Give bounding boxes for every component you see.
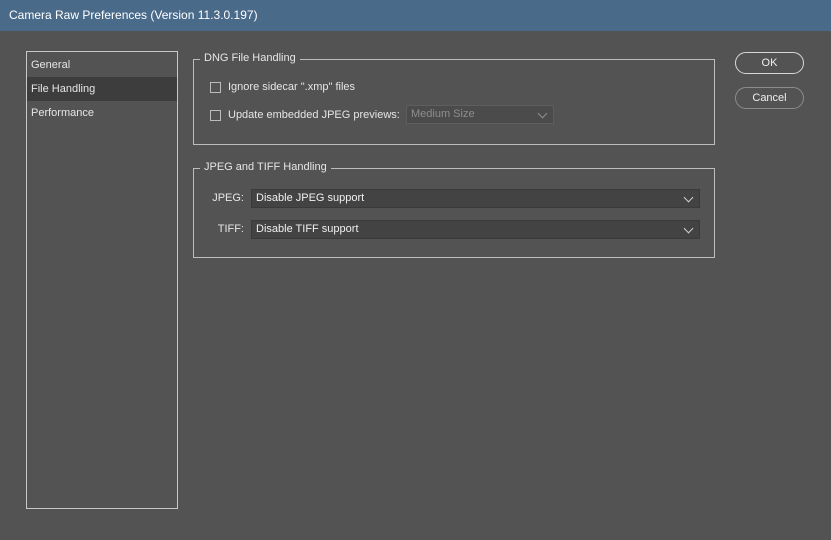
tiff-handling-select[interactable]: Disable TIFF support [251, 220, 700, 239]
jpeg-tiff-group-legend: JPEG and TIFF Handling [200, 160, 331, 174]
sidebar-item-general[interactable]: General [27, 53, 177, 77]
chevron-down-icon [683, 223, 694, 234]
preview-size-value: Medium Size [411, 108, 475, 120]
cancel-button[interactable]: Cancel [735, 87, 804, 109]
update-previews-row[interactable]: Update embedded JPEG previews: [210, 108, 400, 122]
sidebar-item-file-handling[interactable]: File Handling [27, 77, 177, 101]
ignore-sidecar-row[interactable]: Ignore sidecar ".xmp" files [210, 80, 355, 94]
jpeg-tiff-handling-group: JPEG and TIFF Handling JPEG: Disable JPE… [193, 160, 715, 258]
window-title: Camera Raw Preferences (Version 11.3.0.1… [9, 8, 258, 22]
chevron-down-icon [683, 192, 694, 203]
jpeg-handling-value: Disable JPEG support [256, 192, 365, 204]
jpeg-label: JPEG: [212, 192, 244, 204]
update-previews-checkbox[interactable] [210, 109, 221, 121]
tiff-label: TIFF: [217, 223, 244, 235]
jpeg-handling-select[interactable]: Disable JPEG support [251, 189, 700, 208]
title-bar: Camera Raw Preferences (Version 11.3.0.1… [0, 0, 831, 31]
dng-file-handling-group: DNG File Handling Ignore sidecar ".xmp" … [193, 51, 715, 145]
chevron-down-icon [537, 108, 548, 119]
sidebar-item-performance[interactable]: Performance [27, 101, 177, 125]
preferences-sidebar: General File Handling Performance [26, 51, 178, 509]
dng-group-legend: DNG File Handling [200, 51, 300, 65]
ignore-sidecar-checkbox[interactable] [210, 81, 221, 93]
update-previews-label: Update embedded JPEG previews: [228, 109, 400, 121]
preview-size-select[interactable]: Medium Size [406, 105, 554, 124]
ignore-sidecar-label: Ignore sidecar ".xmp" files [228, 81, 356, 93]
tiff-handling-value: Disable TIFF support [256, 223, 359, 235]
ok-button[interactable]: OK [735, 52, 804, 74]
